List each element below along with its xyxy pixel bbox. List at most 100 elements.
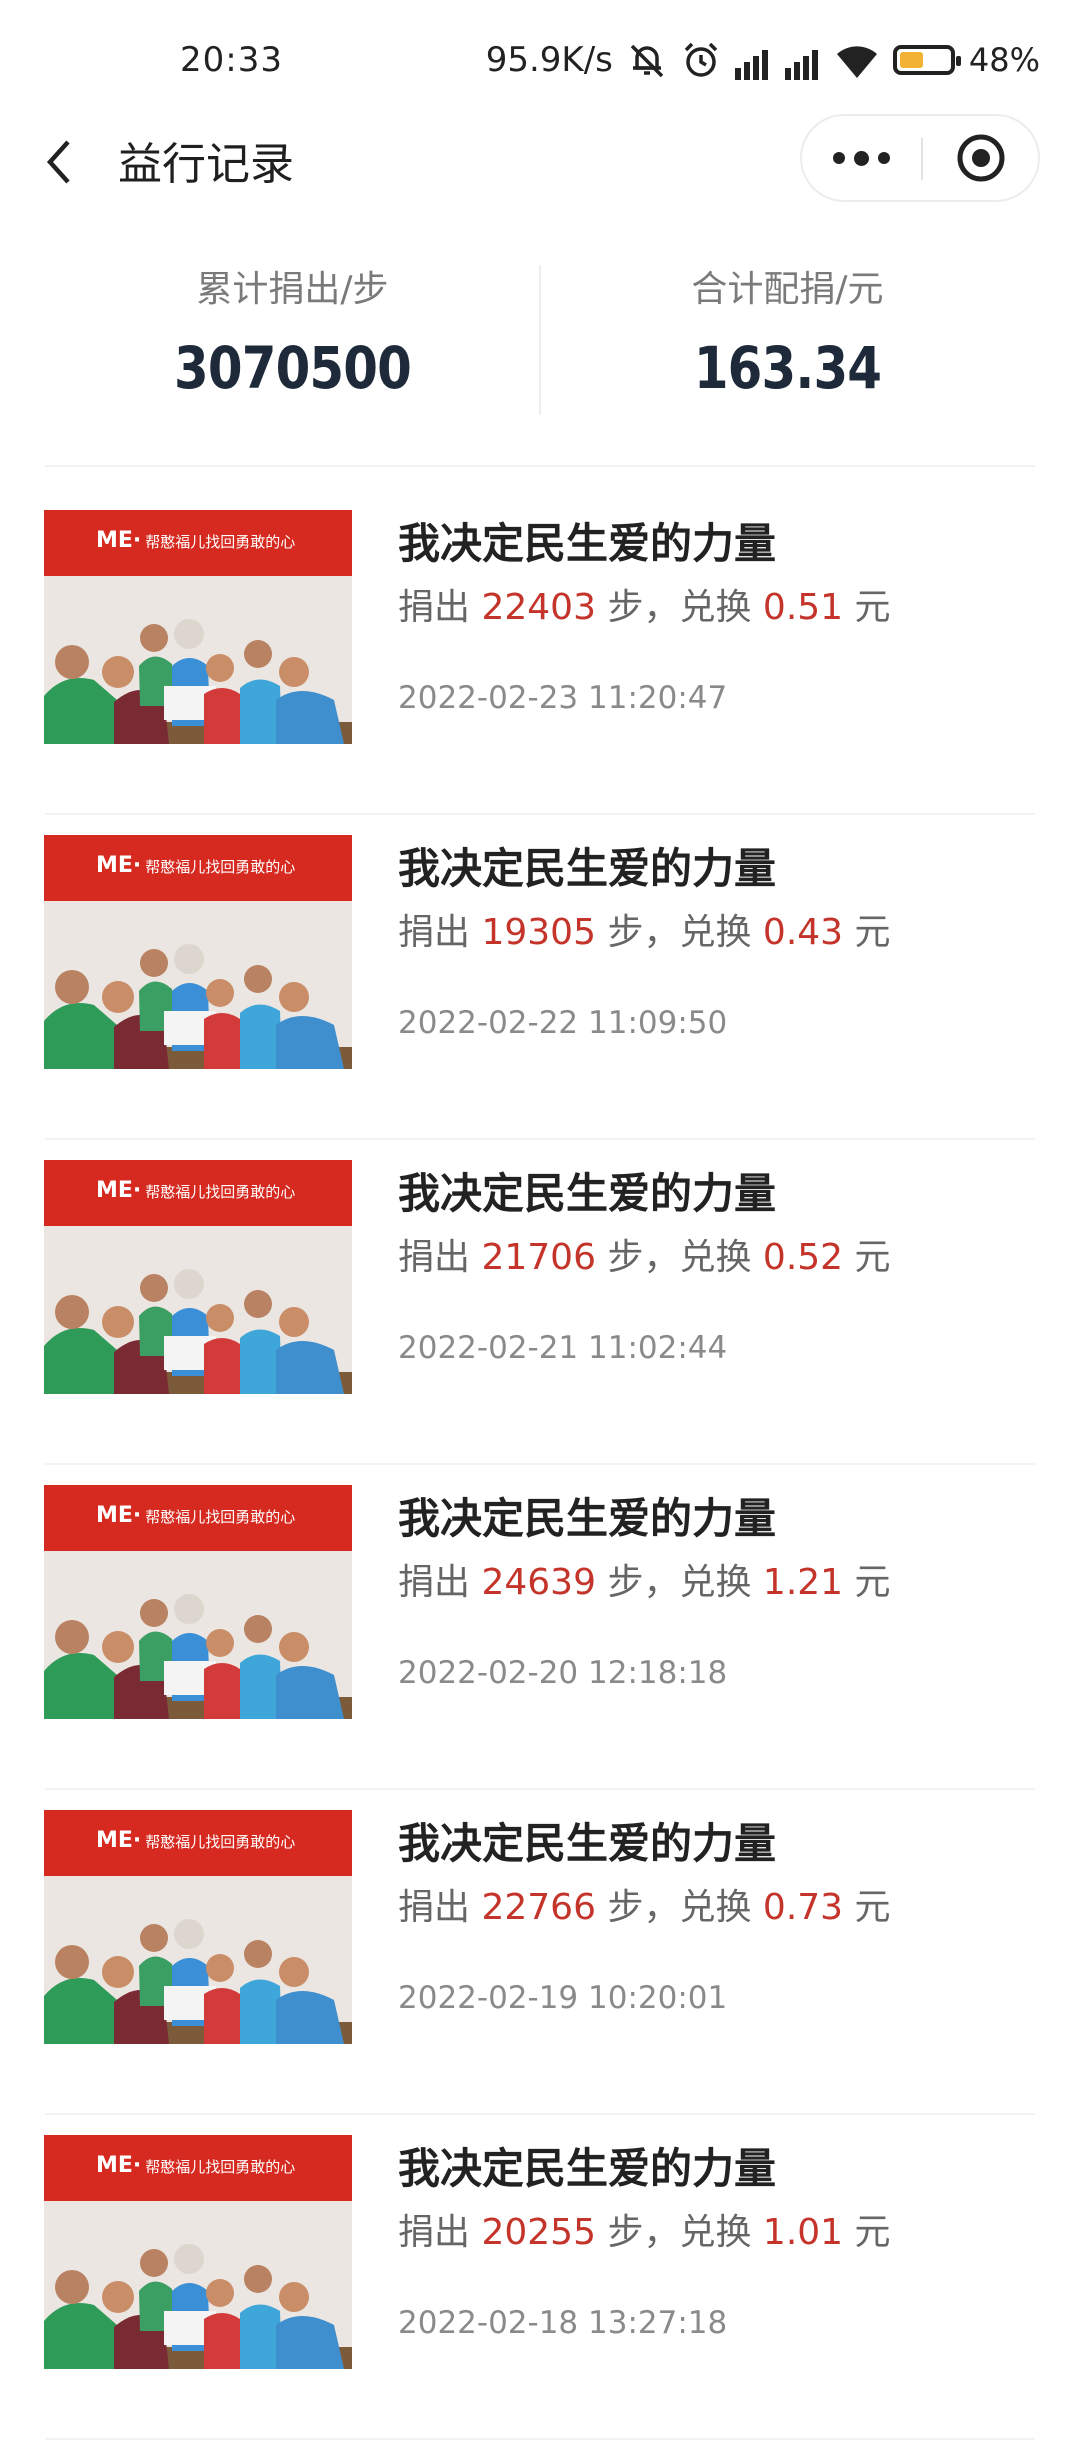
- record-title: 我决定民生爱的力量: [398, 1494, 777, 1543]
- record-prefix: 捐出: [398, 2212, 471, 2253]
- thumbnail-brand: ME·: [96, 853, 142, 878]
- record-description: 捐出 24639 步，兑换 1.21 元: [398, 1553, 891, 1605]
- record-title: 我决定民生爱的力量: [398, 2144, 777, 2193]
- record-steps: 22403: [481, 587, 596, 628]
- group-photo: [44, 1919, 352, 2044]
- record-unit: 元: [854, 1887, 891, 1928]
- record-title: 我决定民生爱的力量: [398, 519, 777, 568]
- alarm-icon: [681, 40, 721, 80]
- total-steps-label: 累计捐出/步: [196, 269, 389, 310]
- status-icons: 95.9K/s 48%: [486, 40, 1040, 80]
- miniprogram-capsule: [800, 114, 1040, 202]
- record-time: 2022-02-22 11:09:50: [398, 1005, 728, 1041]
- record-description: 捐出 22403 步，兑换 0.51 元: [398, 578, 891, 630]
- record-mid: 步，兑换: [607, 2212, 752, 2253]
- record-unit: 元: [854, 2212, 891, 2253]
- thumbnail-banner: ME· 帮憨福儿找回勇敢的心: [44, 1160, 352, 1226]
- project-thumbnail: ME· 帮憨福儿找回勇敢的心: [44, 835, 352, 1069]
- record-prefix: 捐出: [398, 587, 471, 628]
- group-photo: [44, 2244, 352, 2369]
- record-time: 2022-02-23 11:20:47: [398, 680, 728, 716]
- record-mid: 步，兑换: [607, 587, 752, 628]
- record-unit: 元: [854, 1562, 891, 1603]
- record-steps: 19305: [481, 912, 596, 953]
- record-steps: 21706: [481, 1237, 596, 1278]
- record-title: 我决定民生爱的力量: [398, 1819, 777, 1868]
- record-description: 捐出 20255 步，兑换 1.01 元: [398, 2203, 891, 2255]
- record-unit: 元: [854, 1237, 891, 1278]
- thumbnail-banner-text: 帮憨福儿找回勇敢的心: [145, 2158, 296, 2176]
- thumbnail-banner-text: 帮憨福儿找回勇敢的心: [145, 533, 296, 551]
- group-photo: [44, 619, 352, 744]
- record-unit: 元: [854, 912, 891, 953]
- record-item[interactable]: ME· 帮憨福儿找回勇敢的心 我决定民生: [0, 1790, 1080, 2115]
- status-time: 20:33: [180, 40, 283, 80]
- record-steps: 20255: [481, 2212, 596, 2253]
- record-mid: 步，兑换: [607, 1237, 752, 1278]
- project-thumbnail: ME· 帮憨福儿找回勇敢的心: [44, 510, 352, 744]
- mute-bell-icon: [627, 40, 667, 80]
- nav-bar: 益行记录: [0, 114, 1080, 202]
- record-time: 2022-02-20 12:18:18: [398, 1655, 728, 1691]
- signal-icon: [784, 40, 821, 80]
- thumbnail-banner-text: 帮憨福儿找回勇敢的心: [145, 1508, 296, 1526]
- record-amount: 0.52: [762, 1237, 844, 1278]
- thumbnail-banner: ME· 帮憨福儿找回勇敢的心: [44, 1810, 352, 1876]
- record-steps: 24639: [481, 1562, 596, 1603]
- record-description: 捐出 19305 步，兑换 0.43 元: [398, 903, 891, 955]
- record-description: 捐出 22766 步，兑换 0.73 元: [398, 1878, 891, 1930]
- thumbnail-banner: ME· 帮憨福儿找回勇敢的心: [44, 835, 352, 901]
- thumbnail-banner: ME· 帮憨福儿找回勇敢的心: [44, 510, 352, 576]
- record-amount: 1.21: [762, 1562, 844, 1603]
- record-mid: 步，兑换: [607, 1887, 752, 1928]
- donation-summary: 累计捐出/步 3070500 合计配捐/元 163.34: [45, 250, 1035, 467]
- total-match-block: 合计配捐/元 163.34: [540, 260, 1035, 402]
- project-thumbnail: ME· 帮憨福儿找回勇敢的心: [44, 1810, 352, 2044]
- record-description: 捐出 21706 步，兑换 0.52 元: [398, 1228, 891, 1280]
- signal-icon: [734, 40, 771, 80]
- network-speed: 95.9K/s: [485, 40, 613, 80]
- battery-percent: 48%: [968, 41, 1040, 79]
- total-match-label: 合计配捐/元: [691, 269, 884, 310]
- thumbnail-banner-text: 帮憨福儿找回勇敢的心: [145, 1183, 296, 1201]
- close-miniprogram-icon[interactable]: [923, 116, 1038, 200]
- record-title: 我决定民生爱的力量: [398, 844, 777, 893]
- record-prefix: 捐出: [398, 1887, 471, 1928]
- total-match-value: 163.34: [693, 334, 882, 402]
- total-steps-block: 累计捐出/步 3070500: [45, 260, 540, 402]
- thumbnail-brand: ME·: [96, 1503, 142, 1528]
- total-steps-value: 3070500: [174, 334, 412, 402]
- group-photo: [44, 1269, 352, 1394]
- record-time: 2022-02-19 10:20:01: [398, 1980, 728, 2016]
- record-unit: 元: [854, 587, 891, 628]
- record-item[interactable]: ME· 帮憨福儿找回勇敢的心 我决定民生: [0, 2115, 1080, 2440]
- group-photo: [44, 1594, 352, 1719]
- record-item[interactable]: ME· 帮憨福儿找回勇敢的心 我决定民生: [0, 490, 1080, 815]
- status-bar: 20:33 95.9K/s 48%: [0, 0, 1080, 120]
- back-icon[interactable]: [40, 130, 80, 190]
- record-prefix: 捐出: [398, 1237, 471, 1278]
- record-time: 2022-02-21 11:02:44: [398, 1330, 728, 1366]
- thumbnail-banner: ME· 帮憨福儿找回勇敢的心: [44, 1485, 352, 1551]
- record-time: 2022-02-18 13:27:18: [398, 2305, 728, 2341]
- record-amount: 1.01: [762, 2212, 844, 2253]
- record-prefix: 捐出: [398, 1562, 471, 1603]
- record-prefix: 捐出: [398, 912, 471, 953]
- project-thumbnail: ME· 帮憨福儿找回勇敢的心: [44, 1485, 352, 1719]
- more-icon[interactable]: [802, 116, 920, 200]
- record-item[interactable]: ME· 帮憨福儿找回勇敢的心 我决定民生: [0, 1140, 1080, 1465]
- record-amount: 0.43: [762, 912, 844, 953]
- record-item[interactable]: ME· 帮憨福儿找回勇敢的心 我决定民生: [0, 815, 1080, 1140]
- record-title: 我决定民生爱的力量: [398, 1169, 777, 1218]
- battery-level: [899, 52, 923, 68]
- record-mid: 步，兑换: [607, 1562, 752, 1603]
- record-item[interactable]: ME· 帮憨福儿找回勇敢的心 我决定民生: [0, 1465, 1080, 1790]
- record-amount: 0.51: [762, 587, 844, 628]
- thumbnail-brand: ME·: [96, 2153, 142, 2178]
- thumbnail-brand: ME·: [96, 528, 142, 553]
- thumbnail-banner: ME· 帮憨福儿找回勇敢的心: [44, 2135, 352, 2201]
- record-mid: 步，兑换: [607, 912, 752, 953]
- thumbnail-banner-text: 帮憨福儿找回勇敢的心: [145, 858, 296, 876]
- battery-icon: [892, 45, 961, 75]
- project-thumbnail: ME· 帮憨福儿找回勇敢的心: [44, 1160, 352, 1394]
